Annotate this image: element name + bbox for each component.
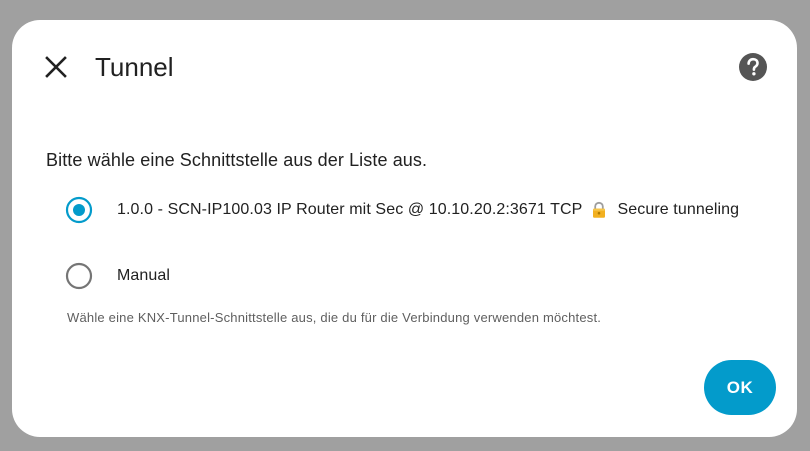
option-label: Manual [117, 267, 171, 284]
helper-text: Wähle eine KNX-Tunnel-Schnittstelle aus,… [67, 310, 602, 325]
close-button[interactable] [42, 53, 70, 81]
close-icon [45, 56, 67, 78]
option-label: 1.0.0 - SCN-IP100.03 IP Router mit Sec @… [117, 201, 583, 218]
knx-tunnel-dialog: Tunnel Bitte wähle eine Schnittstelle au… [12, 20, 797, 437]
dialog-title: Tunnel [95, 52, 174, 82]
help-icon [739, 53, 767, 81]
option-secure-label: Secure tunneling [617, 201, 740, 218]
interface-option-manual[interactable]: Manual [65, 262, 170, 290]
radio-selected-icon[interactable] [65, 196, 93, 224]
instruction-text: Bitte wähle eine Schnittstelle aus der L… [46, 150, 428, 170]
interface-option-router[interactable]: 1.0.0 - SCN-IP100.03 IP Router mit Sec @… [65, 196, 739, 224]
radio-unselected-icon[interactable] [65, 262, 93, 290]
ok-button[interactable]: OK [704, 360, 776, 415]
lock-icon [593, 201, 606, 218]
help-button[interactable] [739, 53, 767, 81]
